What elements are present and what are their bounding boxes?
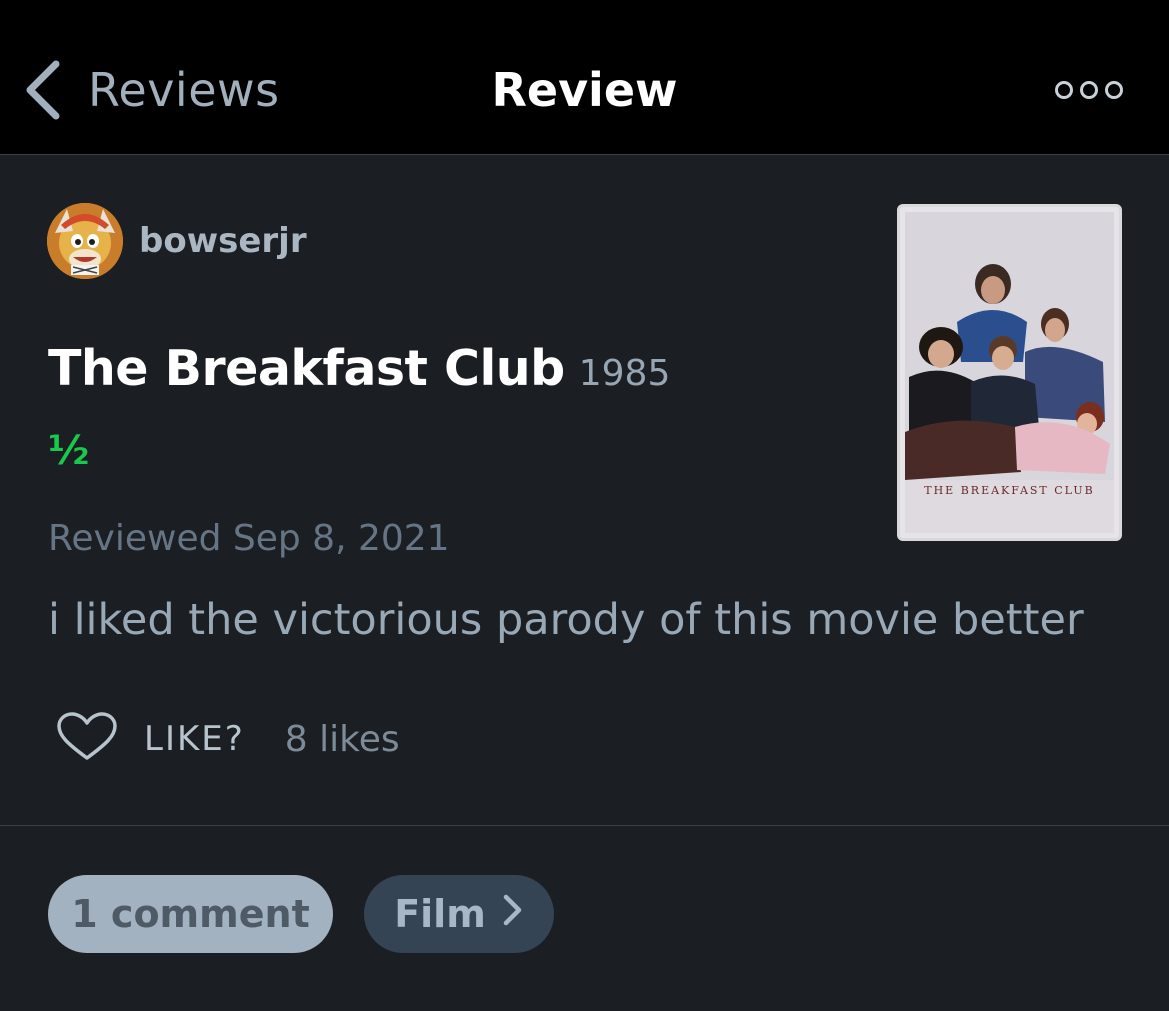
star-rating: ½ <box>48 428 90 474</box>
avatar[interactable] <box>47 203 123 279</box>
film-button-label: Film <box>394 892 486 936</box>
author-username[interactable]: bowserjr <box>139 221 307 261</box>
review-body: i liked the victorious parody of this mo… <box>48 595 1084 645</box>
page-title: Review <box>491 63 678 117</box>
nav-bar: Reviews Review <box>0 0 1169 155</box>
more-dots-icon <box>1105 81 1123 99</box>
film-title[interactable]: The Breakfast Club <box>48 340 565 397</box>
likes-count[interactable]: 8 likes <box>285 719 400 760</box>
review-date: Reviewed Sep 8, 2021 <box>48 518 450 559</box>
chevron-right-icon <box>502 892 524 936</box>
film-button[interactable]: Film <box>364 875 554 953</box>
film-heading: The Breakfast Club 1985 <box>48 340 670 397</box>
review-author[interactable]: bowserjr <box>47 203 307 279</box>
more-dots-icon <box>1080 81 1098 99</box>
divider <box>0 825 1169 826</box>
comments-button[interactable]: 1 comment <box>48 875 333 953</box>
film-poster[interactable]: THE BREAKFAST CLUB <box>897 204 1122 541</box>
heart-outline-icon[interactable] <box>56 712 118 766</box>
more-options-button[interactable] <box>1055 78 1123 102</box>
poster-caption: THE BREAKFAST CLUB <box>924 484 1095 497</box>
like-button[interactable]: LIKE? <box>144 719 245 759</box>
film-year[interactable]: 1985 <box>579 353 671 394</box>
comments-button-label: 1 comment <box>71 892 310 936</box>
poster-image: THE BREAKFAST CLUB <box>905 212 1114 533</box>
like-row: LIKE? 8 likes <box>56 712 400 766</box>
review-screen: Reviews Review bowserjr The Breakfast Cl… <box>0 0 1169 1011</box>
more-dots-icon <box>1055 81 1073 99</box>
